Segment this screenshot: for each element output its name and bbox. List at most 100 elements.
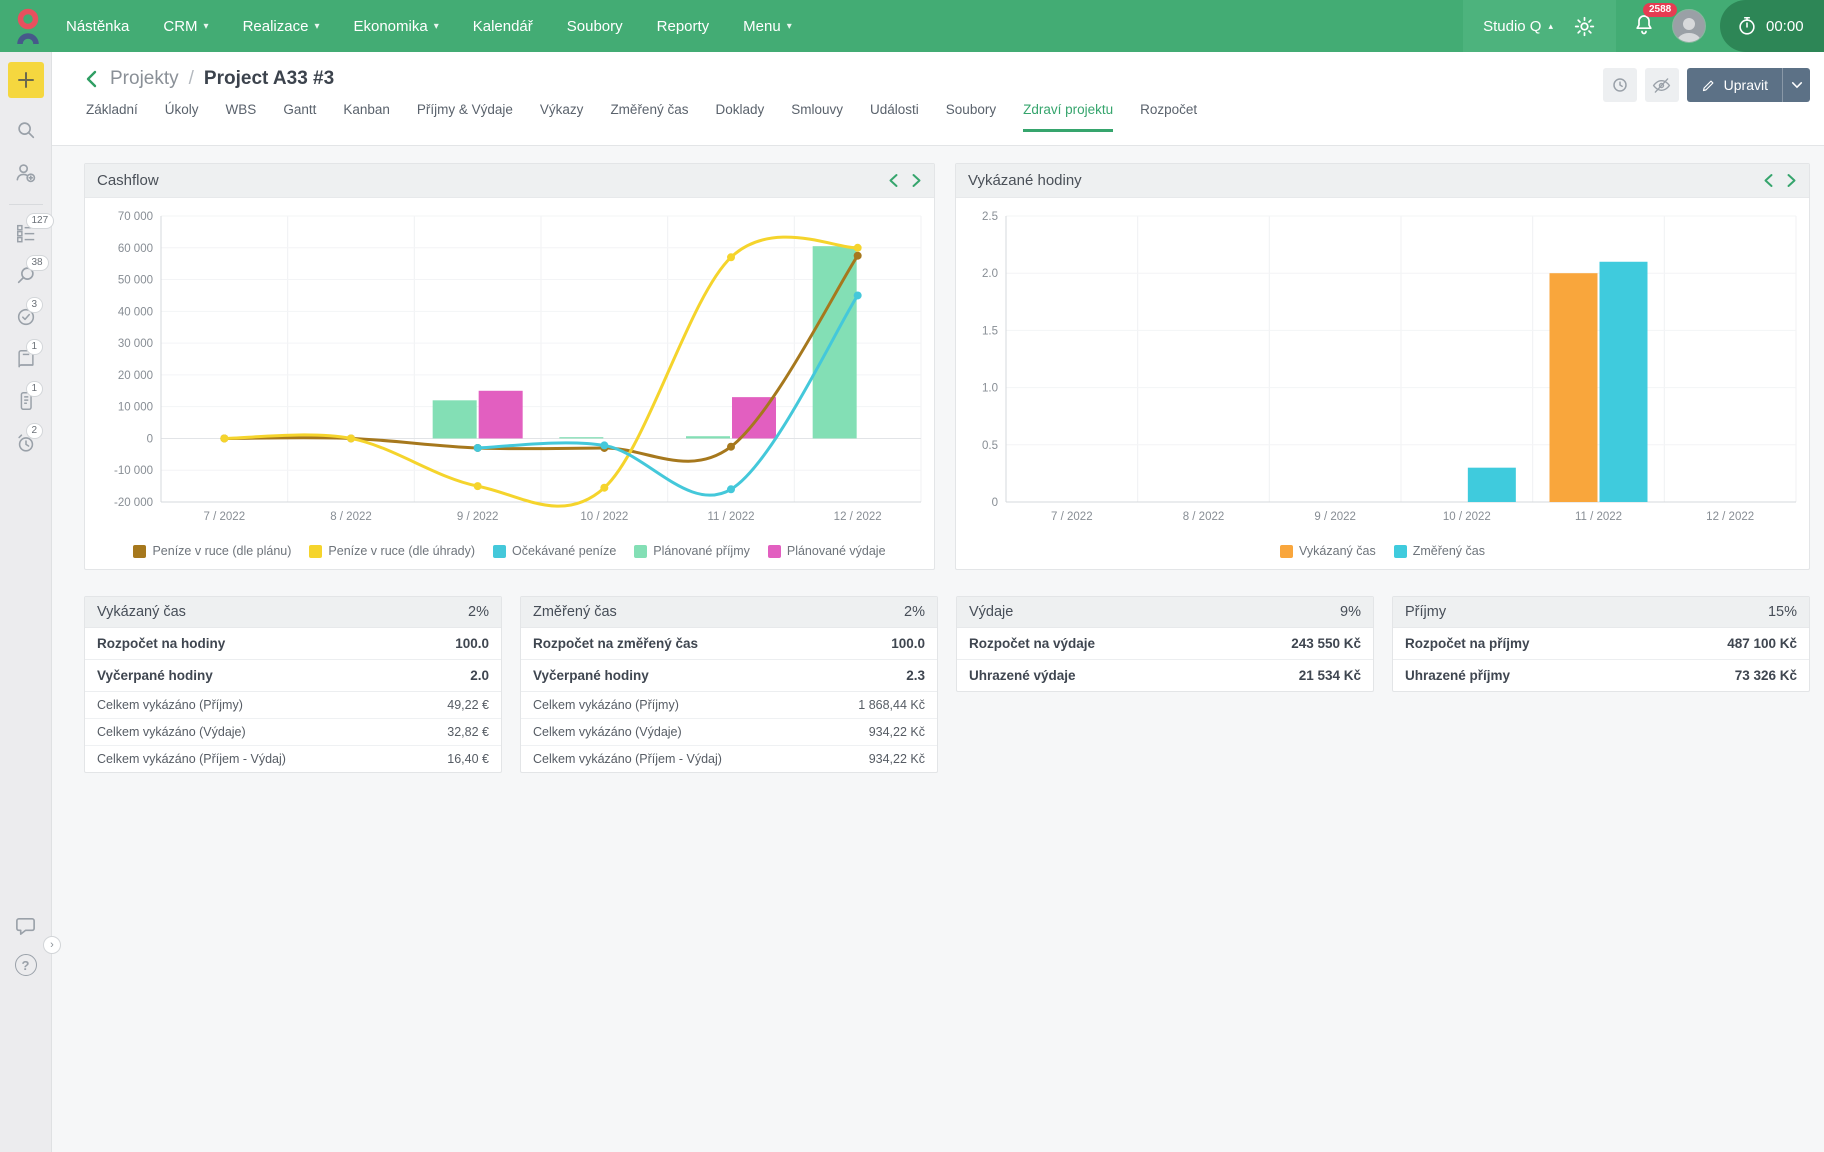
tab-doklady[interactable]: Doklady <box>715 102 764 132</box>
avatar-silhouette-icon <box>1674 14 1704 42</box>
nav-item-soubory[interactable]: Soubory <box>567 18 623 35</box>
legend-item-planovane-vydaje[interactable]: Plánované výdaje <box>768 544 886 558</box>
top-navbar: Nástěnka CRM▾ Realizace ▾ Ekonomika▾ Kalendář… <box>0 0 1824 52</box>
cashflow-chart: 70 00060 00050 00040 00030 00020 00010 0… <box>85 198 934 569</box>
legend-swatch <box>309 545 322 558</box>
breadcrumb-parent-link[interactable]: Projekty <box>110 68 179 90</box>
nav-item-ekonomika[interactable]: Ekonomika▾ <box>353 18 438 35</box>
nav-item-crm[interactable]: CRM▾ <box>163 18 208 35</box>
timer-button[interactable] <box>1603 68 1637 102</box>
sidebar-bottom: ? <box>14 914 38 1152</box>
chat-button[interactable] <box>14 914 38 938</box>
legend-item-ocekavane-penize[interactable]: Očekávané peníze <box>493 544 616 558</box>
svg-text:10 000: 10 000 <box>118 402 153 414</box>
nav-item-menu[interactable]: Menu▾ <box>743 18 792 35</box>
sidebar-documents-button[interactable]: 1 <box>14 389 38 413</box>
documents-count-badge: 1 <box>26 381 44 397</box>
sidebar-journal-button[interactable]: 1 <box>14 347 38 371</box>
nav-item-realizace[interactable]: Realizace ▾ <box>243 18 320 35</box>
eye-off-icon <box>1651 75 1672 96</box>
tab-wbs[interactable]: WBS <box>226 102 257 132</box>
chart-next-button[interactable] <box>1786 173 1797 188</box>
notifications-button[interactable]: 2588 <box>1632 12 1656 41</box>
legend-item-penize-v-ruce-dle-planu[interactable]: Peníze v ruce (dle plánu) <box>133 544 291 558</box>
quick-add-button[interactable] <box>8 62 44 98</box>
settings-button[interactable] <box>1573 15 1596 38</box>
legend-item-penize-v-ruce-dle-uhrady[interactable]: Peníze v ruce (dle úhrady) <box>309 544 475 558</box>
sidebar-add-person-button[interactable] <box>14 160 38 184</box>
app-logo[interactable] <box>0 8 56 44</box>
back-button[interactable] <box>84 70 100 88</box>
nav-item-kalendar[interactable]: Kalendář <box>473 18 533 35</box>
help-button[interactable]: ? <box>15 954 37 976</box>
cashflow-legend: Peníze v ruce (dle plánu) Peníze v ruce (… <box>89 542 930 567</box>
sidebar-tasks-button[interactable]: 127 <box>14 221 38 245</box>
legend-item-planovane-prijmy[interactable]: Plánované příjmy <box>634 544 750 558</box>
reminders-count-badge: 2 <box>26 423 44 439</box>
legend-swatch <box>1394 545 1407 558</box>
legend-item-vykazany-cas[interactable]: Vykázaný čas <box>1280 544 1376 558</box>
tab-udalosti[interactable]: Události <box>870 102 919 132</box>
sidebar-divider <box>9 204 43 205</box>
stat-row: Celkem vykázáno (Příjmy)1 868,44 Kč <box>521 692 937 719</box>
notifications-badge: 2588 <box>1643 3 1677 17</box>
stat-card-prijmy: Příjmy15%Rozpočet na příjmy487 100 KčUhr… <box>1392 596 1810 692</box>
caret-down-icon: ▾ <box>204 21 209 32</box>
nav-item-nastenka[interactable]: Nástěnka <box>66 18 129 35</box>
timer-icon <box>1610 75 1630 95</box>
stat-row-value: 100.0 <box>455 636 489 651</box>
sidebar-inspect-button[interactable]: 38 <box>14 263 38 287</box>
user-avatar[interactable] <box>1672 9 1706 43</box>
cashflow-title: Cashflow <box>97 172 159 189</box>
chevron-right-icon: › <box>50 939 54 951</box>
tab-prijmy-vydaje[interactable]: Příjmy & Výdaje <box>417 102 513 132</box>
svg-text:7 / 2022: 7 / 2022 <box>204 511 246 523</box>
nav-item-label: Realizace <box>243 18 309 35</box>
tab-rozpocet[interactable]: Rozpočet <box>1140 102 1197 132</box>
stat-row: Rozpočet na příjmy487 100 Kč <box>1393 628 1809 660</box>
search-icon <box>15 119 37 141</box>
svg-text:0: 0 <box>147 433 153 445</box>
chart-next-button[interactable] <box>911 173 922 188</box>
legend-item-zmereny-cas[interactable]: Změřený čas <box>1394 544 1485 558</box>
tab-smlouvy[interactable]: Smlouvy <box>791 102 843 132</box>
stat-row: Celkem vykázáno (Příjmy)49,22 € <box>85 692 501 719</box>
legend-swatch <box>1280 545 1293 558</box>
workspace-switcher[interactable]: Studio Q ▴ <box>1483 18 1553 35</box>
edit-dropdown-button[interactable] <box>1782 68 1810 102</box>
time-tracker[interactable]: 00:00 <box>1720 0 1824 52</box>
edit-button[interactable]: Upravit <box>1687 68 1782 102</box>
legend-swatch <box>133 545 146 558</box>
nav-item-reporty[interactable]: Reporty <box>657 18 710 35</box>
sidebar-reminders-button[interactable]: 2 <box>14 431 38 455</box>
nav-item-label: Kalendář <box>473 18 533 35</box>
sidebar-approvals-button[interactable]: 3 <box>14 305 38 329</box>
chart-prev-button[interactable] <box>1763 173 1774 188</box>
tab-zdravi-projektu[interactable]: Zdraví projektu <box>1023 102 1113 132</box>
stat-row-value: 2.0 <box>470 668 489 683</box>
tab-ukoly[interactable]: Úkoly <box>165 102 199 132</box>
sidebar-search-button[interactable] <box>14 118 38 142</box>
tab-kanban[interactable]: Kanban <box>343 102 390 132</box>
caret-down-icon: ▾ <box>314 21 319 32</box>
tab-soubory[interactable]: Soubory <box>946 102 996 132</box>
tab-vykazy[interactable]: Výkazy <box>540 102 584 132</box>
hours-chart-canvas[interactable]: 2.52.01.51.00.507 / 20228 / 20229 / 2022… <box>960 202 1805 542</box>
stat-row-label: Celkem vykázáno (Příjem - Výdaj) <box>97 752 286 766</box>
stat-row-label: Celkem vykázáno (Příjem - Výdaj) <box>533 752 722 766</box>
tab-zmereny-cas[interactable]: Změřený čas <box>610 102 688 132</box>
caret-up-icon: ▴ <box>1548 21 1553 32</box>
stat-card-header: Příjmy15% <box>1393 597 1809 628</box>
unwatch-button[interactable] <box>1645 68 1679 102</box>
help-icon: ? <box>22 958 30 973</box>
stats-row: Vykázaný čas2%Rozpočet na hodiny100.0Vyč… <box>84 596 1810 773</box>
hours-title: Vykázané hodiny <box>968 172 1082 189</box>
cashflow-chart-canvas[interactable]: 70 00060 00050 00040 00030 00020 00010 0… <box>89 202 930 542</box>
tab-gantt[interactable]: Gantt <box>283 102 316 132</box>
stat-row-value: 934,22 Kč <box>869 725 925 739</box>
hours-chart: 2.52.01.51.00.507 / 20228 / 20229 / 2022… <box>956 198 1809 569</box>
stat-row-label: Celkem vykázáno (Příjmy) <box>533 698 679 712</box>
chart-prev-button[interactable] <box>888 173 899 188</box>
sidebar-expand-button[interactable]: › <box>43 936 61 954</box>
tab-zakladni[interactable]: Základní <box>86 102 138 132</box>
